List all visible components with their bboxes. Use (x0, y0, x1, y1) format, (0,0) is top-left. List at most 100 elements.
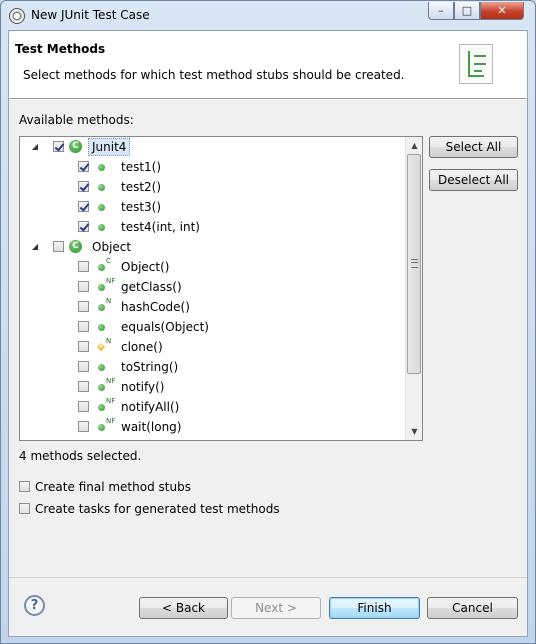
footer-separator (9, 577, 527, 578)
public-method-icon (98, 384, 105, 391)
tree-class-node[interactable]: ◢ C Junit4 (20, 137, 405, 157)
tree-method-node[interactable]: toString() (20, 357, 405, 377)
select-all-button[interactable]: Select All (429, 136, 518, 158)
method-label: notifyAll() (121, 400, 180, 414)
window-title: New JUnit Test Case (31, 8, 150, 22)
method-checkbox[interactable] (78, 341, 89, 352)
method-label: test4(int, int) (121, 220, 200, 234)
tree-method-node[interactable]: equals(Object) (20, 317, 405, 337)
class-icon: C (69, 140, 82, 153)
method-modifier-badge: C (106, 257, 111, 265)
wizard-header: Test Methods Select methods for which te… (9, 31, 527, 99)
finish-button[interactable]: Finish (329, 597, 420, 619)
maximize-button[interactable]: □ (454, 2, 480, 20)
scroll-up-arrow-icon[interactable]: ▲ (406, 137, 422, 154)
tree-method-node[interactable]: test1() (20, 157, 405, 177)
protected-method-icon (96, 342, 106, 352)
page-description: Select methods for which test method stu… (23, 68, 405, 82)
method-label: test1() (121, 160, 162, 174)
help-icon[interactable]: ? (24, 595, 45, 616)
tree-method-node[interactable]: NF notifyAll() (20, 397, 405, 417)
tree-method-node[interactable]: NF notify() (20, 377, 405, 397)
close-button[interactable]: ✕ (480, 2, 524, 20)
class-icon: C (69, 240, 82, 253)
method-modifier-badge: NF (106, 417, 116, 425)
public-method-icon (98, 164, 105, 171)
public-method-icon (98, 224, 105, 231)
deselect-all-button[interactable]: Deselect All (429, 169, 518, 191)
cancel-button[interactable]: Cancel (427, 597, 518, 619)
tree-method-node[interactable]: test2() (20, 177, 405, 197)
tree-method-node[interactable]: test4(int, int) (20, 217, 405, 237)
method-checkbox[interactable] (78, 221, 89, 232)
select-all-label: Select All (445, 140, 502, 154)
method-label: getClass() (121, 280, 182, 294)
eclipse-icon (9, 8, 25, 24)
method-checkbox[interactable] (78, 381, 89, 392)
title-bar: New JUnit Test Case – □ ✕ (1, 1, 535, 30)
page-title: Test Methods (15, 42, 106, 56)
collapse-arrow-icon[interactable]: ◢ (30, 137, 40, 157)
method-checkbox[interactable] (78, 421, 89, 432)
scroll-down-arrow-icon[interactable]: ▼ (406, 423, 422, 440)
selection-status: 4 methods selected. (19, 449, 142, 463)
back-button[interactable]: < Back (139, 597, 228, 619)
public-method-icon (98, 404, 105, 411)
method-checkbox[interactable] (78, 161, 89, 172)
method-label: hashCode() (121, 300, 190, 314)
method-label: test3() (121, 200, 162, 214)
tree-scrollbar[interactable]: ▲ ▼ (405, 137, 422, 440)
method-checkbox[interactable] (78, 181, 89, 192)
available-methods-label: Available methods: (19, 113, 134, 127)
method-checkbox[interactable] (78, 301, 89, 312)
method-modifier-badge: NF (106, 277, 116, 285)
tree-method-node[interactable]: Nclone() (20, 337, 405, 357)
tree-method-node[interactable]: NhashCode() (20, 297, 405, 317)
deselect-all-label: Deselect All (438, 173, 509, 187)
method-label: Object() (121, 260, 170, 274)
method-label: clone() (121, 340, 163, 354)
method-checkbox[interactable] (78, 261, 89, 272)
methods-tree[interactable]: ◢ C Junit4 test1() test2() test3() test4(int, … (19, 136, 423, 441)
tree-method-node[interactable]: C Object() (20, 257, 405, 277)
class-checkbox[interactable] (53, 241, 64, 252)
tasks-label: Create tasks for generated test methods (35, 502, 280, 516)
method-label: notify() (121, 380, 165, 394)
scroll-thumb[interactable] (407, 154, 421, 374)
class-label: Object (92, 240, 132, 254)
class-checkbox[interactable] (53, 141, 64, 152)
method-checkbox[interactable] (78, 281, 89, 292)
next-button[interactable]: Next > (231, 597, 321, 619)
method-modifier-badge: NF (106, 397, 116, 405)
public-method-icon (98, 204, 105, 211)
public-method-icon (98, 364, 105, 371)
tasks-checkbox[interactable] (19, 503, 30, 514)
wizard-banner-icon (459, 44, 493, 84)
dialog-window: New JUnit Test Case – □ ✕ Test Methods S… (0, 0, 536, 644)
method-label: equals(Object) (121, 320, 209, 334)
method-checkbox[interactable] (78, 401, 89, 412)
final-stubs-label: Create final method stubs (35, 480, 191, 494)
public-method-icon (98, 304, 105, 311)
method-checkbox[interactable] (78, 321, 89, 332)
method-label: toString() (121, 360, 179, 374)
minimize-button[interactable]: – (428, 2, 454, 20)
method-label: test2() (121, 180, 162, 194)
tree-class-node[interactable]: ◢ C Object (20, 237, 405, 257)
tree-method-node[interactable]: NF wait(long) (20, 417, 405, 437)
method-modifier-badge: N (106, 337, 112, 345)
tree-method-node[interactable]: NF getClass() (20, 277, 405, 297)
method-modifier-badge: NF (106, 377, 116, 385)
public-method-icon (98, 284, 105, 291)
collapse-arrow-icon[interactable]: ◢ (30, 237, 40, 257)
tree-method-node[interactable]: test3() (20, 197, 405, 217)
method-modifier-badge: N (106, 297, 112, 305)
dialog-client: Test Methods Select methods for which te… (8, 30, 528, 637)
public-method-icon (98, 184, 105, 191)
method-checkbox[interactable] (78, 361, 89, 372)
method-checkbox[interactable] (78, 201, 89, 212)
class-label: Junit4 (88, 138, 131, 156)
public-method-icon (98, 424, 105, 431)
public-method-icon (98, 264, 105, 271)
final-stubs-checkbox[interactable] (19, 481, 30, 492)
